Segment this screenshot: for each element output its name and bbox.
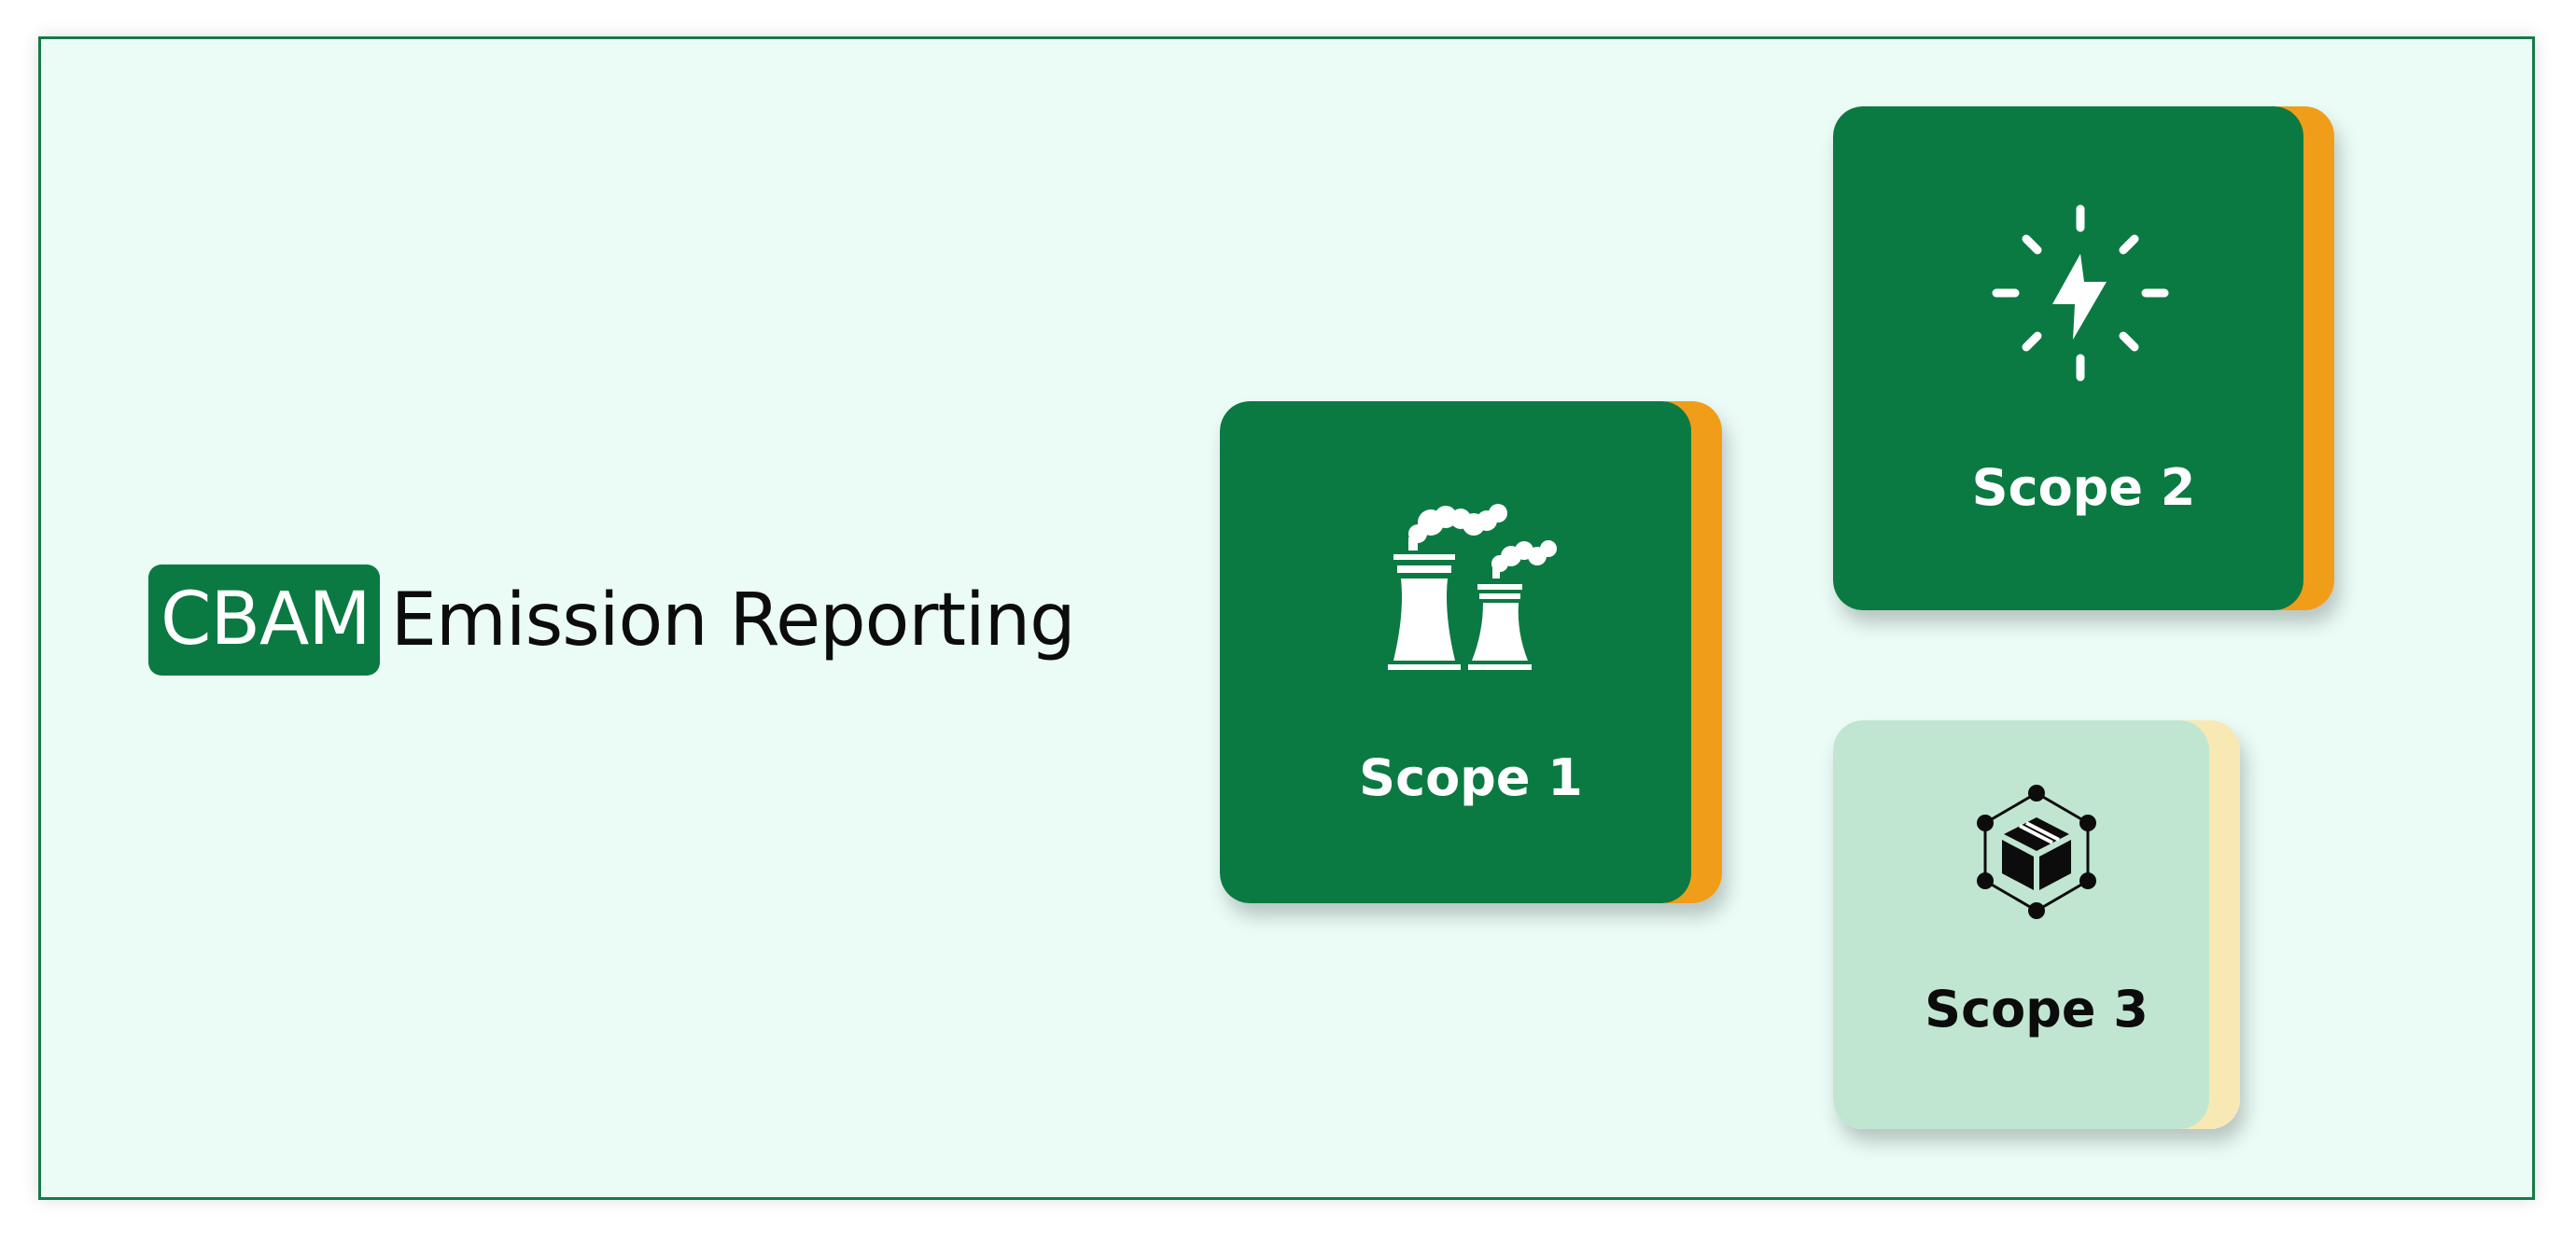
scope-1-card: Scope 1	[1220, 401, 1722, 903]
headline: CBAM Emission Reporting	[148, 564, 1076, 676]
scope-3-card: Scope 3	[1833, 720, 2240, 1129]
card-label: Scope 2	[1971, 458, 2196, 517]
card-label: Scope 3	[1925, 980, 2149, 1039]
factory-smoke-icon	[1388, 504, 1557, 670]
scope-2-card: Scope 2	[1833, 106, 2334, 610]
cbam-badge: CBAM	[148, 565, 380, 676]
card-label: Scope 1	[1359, 748, 1583, 807]
headline-text: Emission Reporting	[390, 578, 1076, 662]
supply-chain-box-icon	[1977, 785, 2096, 919]
energy-bolt-icon	[1992, 204, 2169, 382]
